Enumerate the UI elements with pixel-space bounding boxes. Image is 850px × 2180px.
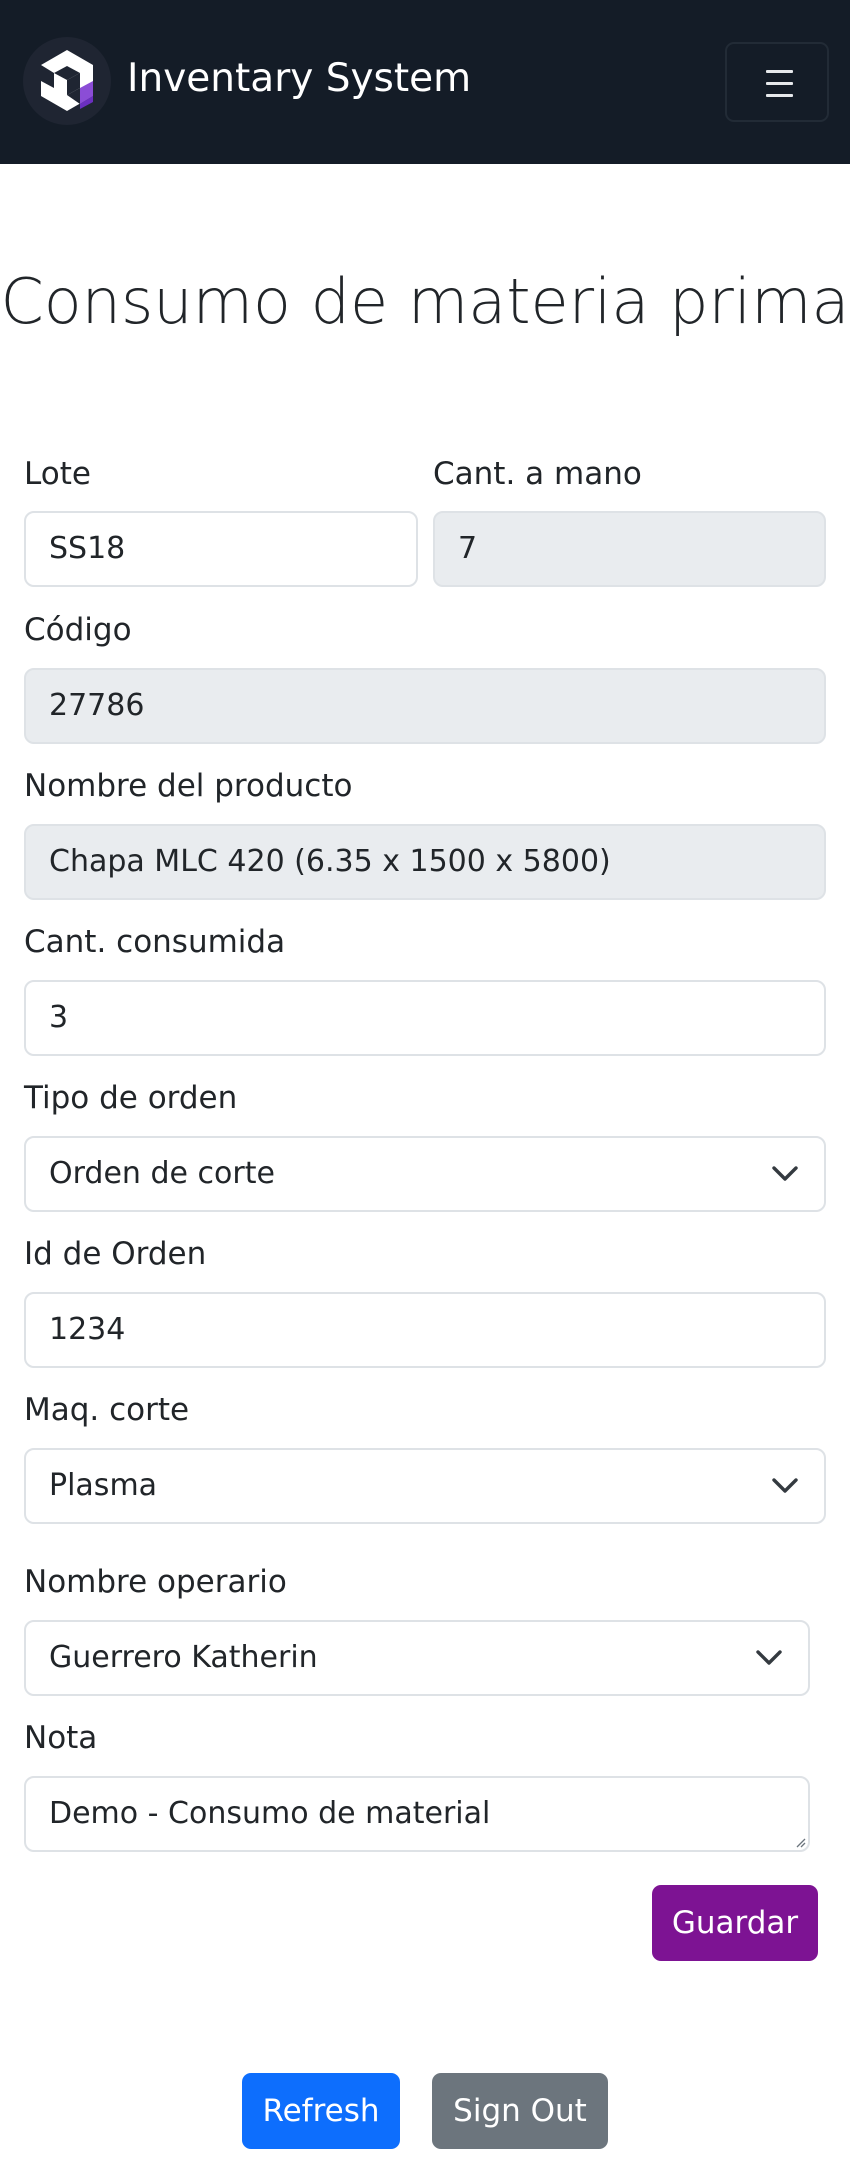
id-orden-input[interactable]: 1234	[24, 1292, 826, 1368]
cant-mano-label: Cant. a mano	[433, 456, 642, 492]
nombre-operario-label: Nombre operario	[24, 1564, 287, 1600]
page-title: Consumo de materia prima	[0, 265, 850, 338]
maq-corte-select[interactable]: Plasma	[24, 1448, 826, 1524]
nombre-producto-field: Chapa MLC 420 (6.35 x 1500 x 5800)	[24, 824, 826, 900]
app-brand[interactable]: Inventary System	[127, 54, 471, 104]
cant-mano-field: 7	[433, 511, 826, 587]
chevron-down-icon	[772, 1478, 798, 1493]
cant-consumida-input[interactable]: 3	[24, 980, 826, 1056]
chevron-down-icon	[772, 1166, 798, 1181]
tipo-orden-select[interactable]: Orden de corte	[24, 1136, 826, 1212]
top-navbar: Inventary System	[0, 0, 850, 164]
navbar-toggle-button[interactable]	[725, 42, 829, 122]
nota-label: Nota	[24, 1720, 98, 1756]
maq-corte-label: Maq. corte	[24, 1392, 190, 1428]
refresh-button[interactable]: Refresh	[242, 2073, 400, 2149]
nombre-operario-select[interactable]: Guerrero Katherin	[24, 1620, 810, 1696]
tipo-orden-label: Tipo de orden	[24, 1080, 238, 1116]
tipo-orden-selected: Orden de corte	[49, 1156, 275, 1191]
hamburger-line	[766, 94, 793, 97]
nota-textarea[interactable]: Demo - Consumo de material	[24, 1776, 810, 1852]
codigo-label: Código	[24, 612, 132, 648]
hamburger-menu-icon	[766, 70, 793, 73]
nombre-producto-label: Nombre del producto	[24, 768, 353, 804]
cube-logo-icon[interactable]	[22, 36, 112, 126]
save-button[interactable]: Guardar	[652, 1885, 818, 1961]
lote-label: Lote	[24, 456, 91, 492]
chevron-down-icon	[756, 1650, 782, 1665]
lote-input[interactable]: SS18	[24, 511, 418, 587]
nombre-operario-selected: Guerrero Katherin	[49, 1640, 318, 1675]
nota-text: Demo - Consumo de material	[49, 1796, 491, 1831]
id-orden-label: Id de Orden	[24, 1236, 207, 1272]
resize-grip-icon[interactable]	[794, 1836, 806, 1848]
cant-consumida-label: Cant. consumida	[24, 924, 286, 960]
sign-out-button[interactable]: Sign Out	[432, 2073, 608, 2149]
codigo-field: 27786	[24, 668, 826, 744]
maq-corte-selected: Plasma	[49, 1468, 158, 1503]
hamburger-line	[766, 82, 793, 85]
